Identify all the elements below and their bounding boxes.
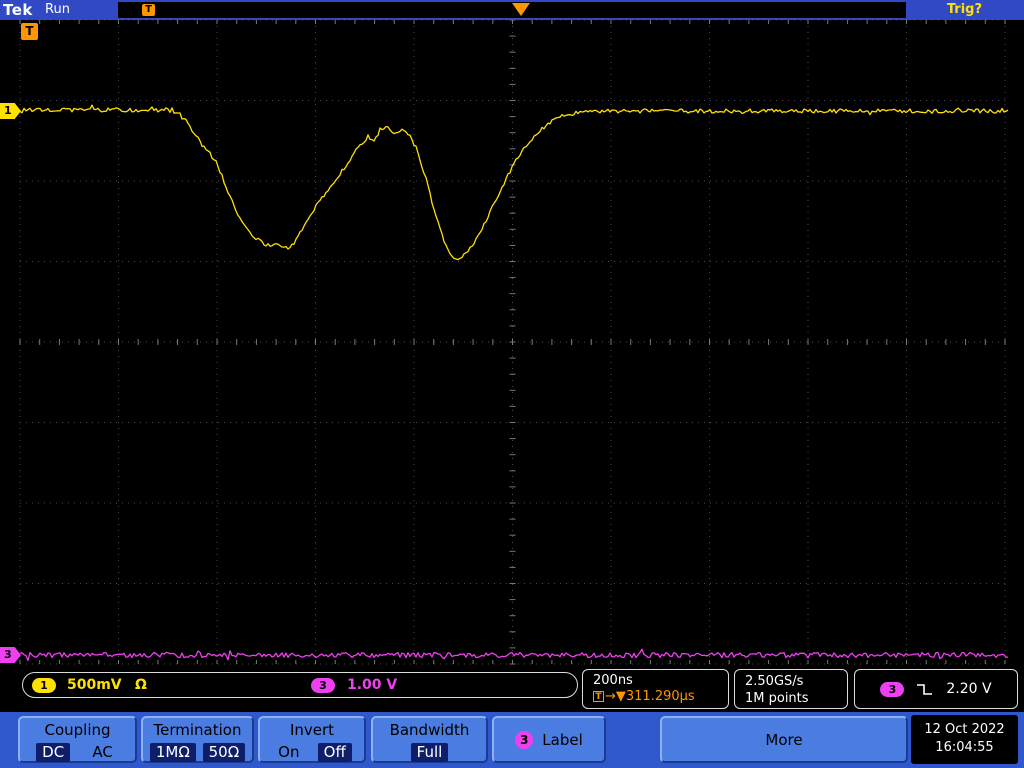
trigger-position-value: 311.290µs <box>626 689 695 704</box>
falling-edge-icon <box>916 681 934 697</box>
label-ch3-badge: 3 <box>515 731 533 749</box>
invert-off-option[interactable]: Off <box>318 743 352 762</box>
trigger-position-arrow-icon[interactable] <box>512 3 530 16</box>
coupling-title: Coupling <box>20 721 135 739</box>
channel-readouts: 1 500mV Ω 3 1.00 V <box>22 672 578 698</box>
acquisition-status: Run <box>45 2 70 17</box>
readout-bar: 1 500mV Ω 3 1.00 V 200ns T →▼ 311.290µs … <box>0 668 1024 712</box>
ch1-impedance: Ω <box>135 677 147 693</box>
invert-on-option[interactable]: On <box>272 743 305 762</box>
coupling-ac-option[interactable]: AC <box>86 743 118 762</box>
tek-logo: Tek <box>3 1 33 19</box>
datetime-display: 12 Oct 2022 16:04:55 <box>911 715 1018 764</box>
trigger-source-badge: T <box>21 23 38 40</box>
ch3-badge: 3 <box>311 678 335 693</box>
waveform-display <box>0 0 1024 768</box>
ch1-scale: 500mV <box>67 677 122 693</box>
menu-bar: Coupling DC AC Termination 1MΩ 50Ω Inver… <box>0 712 1024 768</box>
termination-50ohm-option[interactable]: 50Ω <box>203 743 246 762</box>
record-length: 1M points <box>745 690 847 707</box>
ch1-badge: 1 <box>32 678 56 693</box>
bandwidth-title: Bandwidth <box>373 721 486 739</box>
more-button[interactable]: More <box>660 716 908 763</box>
coupling-button[interactable]: Coupling DC AC <box>18 716 137 763</box>
bandwidth-full-option[interactable]: Full <box>411 743 449 762</box>
record-trigger-marker-icon[interactable]: T <box>142 4 155 16</box>
invert-button[interactable]: Invert On Off <box>258 716 366 763</box>
acquisition-readout: 2.50GS/s 1M points <box>734 669 848 709</box>
time-value: 16:04:55 <box>911 739 1018 757</box>
sample-rate: 2.50GS/s <box>745 673 847 690</box>
trigger-source-channel-badge: 3 <box>880 682 904 697</box>
trigger-arrow-glyphs-icon: →▼ <box>605 689 626 704</box>
coupling-dc-option[interactable]: DC <box>36 743 70 762</box>
label-button[interactable]: 3 Label <box>492 716 606 763</box>
more-title: More <box>765 731 802 749</box>
trigger-status: Trig? <box>947 2 982 17</box>
termination-button[interactable]: Termination 1MΩ 50Ω <box>141 716 254 763</box>
date-value: 12 Oct 2022 <box>911 721 1018 739</box>
ch3-scale: 1.00 V <box>347 677 397 693</box>
oscilloscope-screen: Tek Run T Trig? T 1 3 1 500mV Ω 3 1.00 V… <box>0 0 1024 768</box>
horizontal-readout: 200ns T →▼ 311.290µs <box>582 669 729 709</box>
label-title: Label <box>542 731 582 749</box>
header-bar: Tek Run T Trig? <box>0 0 1024 20</box>
invert-title: Invert <box>260 721 364 739</box>
trigger-position-readout: T →▼ 311.290µs <box>593 689 728 704</box>
trigger-t-icon: T <box>593 691 604 702</box>
termination-1meg-option[interactable]: 1MΩ <box>150 743 196 762</box>
trigger-readout: 3 2.20 V <box>854 669 1018 709</box>
bandwidth-button[interactable]: Bandwidth Full <box>371 716 488 763</box>
trigger-level-value: 2.20 V <box>946 681 991 697</box>
timebase-value: 200ns <box>593 673 728 688</box>
termination-title: Termination <box>143 721 252 739</box>
